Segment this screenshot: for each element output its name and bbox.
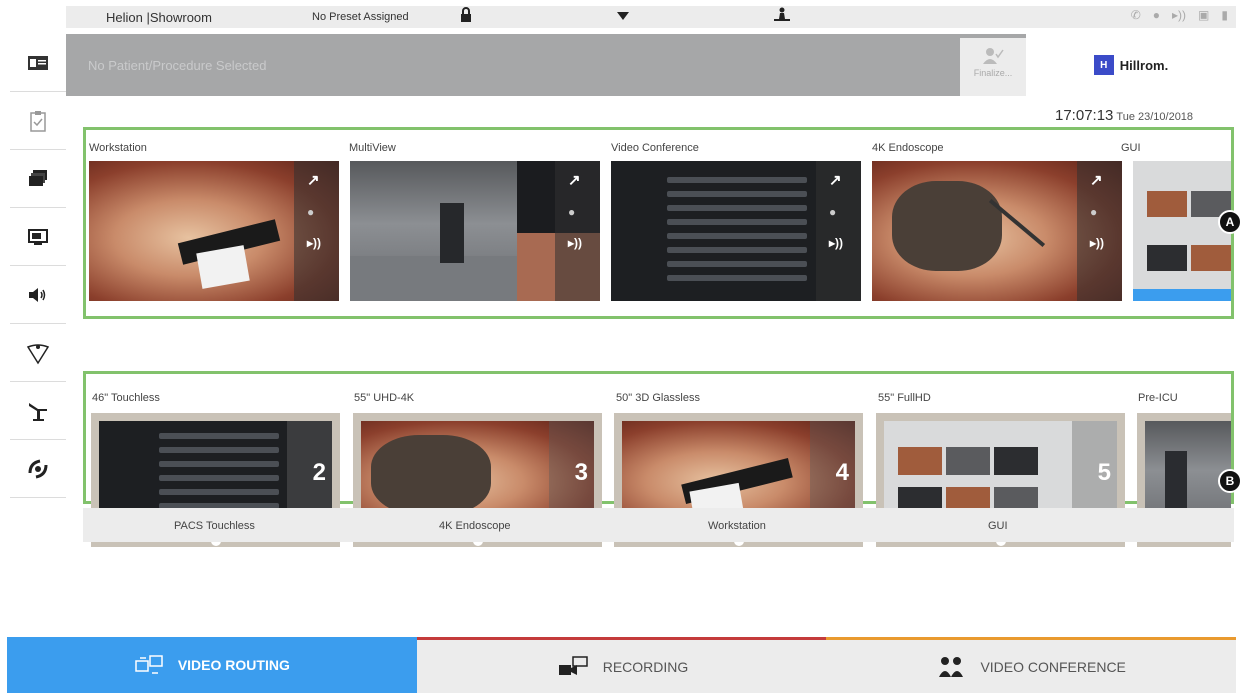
destination-number: 3 (574, 459, 588, 486)
stream-icon[interactable]: ▸)) (829, 236, 843, 250)
finalize-label: Finalize... (973, 68, 1013, 78)
ceiling-camera-icon (28, 459, 48, 478)
destination-label: 55" UHD-4K (354, 392, 415, 404)
battery-icon: ▮ (1221, 8, 1228, 22)
sidebar-item-pip[interactable] (10, 208, 66, 266)
room-name: Helion |Showroom (106, 9, 212, 25)
source-label: 4K Endoscope (872, 142, 944, 154)
assigned-source-label: PACS Touchless (174, 520, 255, 532)
surgical-table-icon[interactable] (772, 7, 792, 26)
assigned-source-label: Workstation (708, 520, 766, 532)
destination-label: 46" Touchless (92, 392, 160, 404)
source-label: Video Conference (611, 142, 699, 154)
source-gui[interactable] (1133, 161, 1231, 301)
destination-number: 2 (312, 459, 326, 486)
finalize-button[interactable]: Finalize... (960, 38, 1026, 96)
destination-number: 5 (1097, 459, 1111, 486)
tab-label: VIDEO ROUTING (177, 657, 290, 673)
source-workstation[interactable]: ↗ ● ▸)) (89, 161, 339, 301)
expand-icon[interactable]: ↗ (829, 171, 842, 189)
chevron-down-icon[interactable] (617, 9, 629, 23)
left-sidebar (10, 34, 66, 554)
destination-label: 55" FullHD (878, 392, 931, 404)
helion-app: Helion |Showroom No Preset Assigned ✆ ● … (0, 0, 1247, 693)
preview-dot-icon: ● (307, 205, 315, 219)
status-icons: ✆ ● ▸)) ▣ ▮ (1131, 8, 1228, 22)
preview-dot-icon: ● (568, 205, 576, 219)
patient-banner[interactable]: No Patient/Procedure Selected Finalize..… (66, 34, 1236, 96)
clock-date: Tue 23/10/2018 (1116, 111, 1194, 123)
bottom-tab-bar: VIDEO ROUTING RECORDING VIDEO CONFERENCE (7, 637, 1237, 693)
assigned-source-label: 4K Endoscope (439, 520, 511, 532)
source-label: GUI (1121, 142, 1141, 154)
stream-icon[interactable]: ▸)) (568, 236, 582, 250)
checklist-icon (30, 110, 46, 132)
sidebar-item-table[interactable] (10, 382, 66, 440)
expand-icon[interactable]: ↗ (568, 171, 581, 189)
preset-label[interactable]: No Preset Assigned (312, 11, 409, 23)
tab-label: RECORDING (602, 658, 689, 675)
tab-video-conference[interactable]: VIDEO CONFERENCE (826, 637, 1237, 693)
callout-a: A (1218, 210, 1242, 234)
top-status-bar: Helion |Showroom No Preset Assigned ✆ ● … (66, 6, 1236, 28)
lock-icon[interactable] (460, 7, 472, 26)
recording-icon (558, 655, 588, 675)
user-check-icon (983, 48, 1004, 64)
destination-number: 4 (835, 459, 849, 486)
operating-table-icon (29, 402, 47, 421)
glasses-icon: ▣ (1198, 8, 1210, 22)
stream-icon[interactable]: ▸)) (1090, 236, 1104, 250)
hillrom-mark: H (1093, 55, 1114, 75)
destination-label: 50" 3D Glassless (616, 392, 700, 404)
sidebar-item-sources[interactable] (10, 150, 66, 208)
tab-recording[interactable]: RECORDING (416, 637, 827, 693)
hillrom-logo: H Hillrom. (1026, 34, 1236, 96)
stream-icon[interactable]: ▸)) (307, 236, 321, 250)
preview-dot-icon: ● (1090, 205, 1098, 219)
source-video-conference[interactable]: ↗ ● ▸)) (611, 161, 861, 301)
tab-video-routing[interactable]: VIDEO ROUTING (7, 637, 417, 693)
source-label: MultiView (349, 142, 396, 154)
tab-label: VIDEO CONFERENCE (980, 658, 1126, 675)
clock: 17:07:13 Tue 23/10/2018 (1055, 107, 1193, 124)
expand-icon[interactable]: ↗ (1090, 171, 1103, 189)
expand-icon[interactable]: ↗ (307, 171, 320, 189)
video-conference-icon (939, 656, 964, 677)
picture-in-picture-icon (28, 228, 48, 245)
stacked-screens-icon (29, 169, 47, 186)
sidebar-item-audio[interactable] (10, 266, 66, 324)
callout-b: B (1218, 469, 1242, 493)
sidebar-item-camera[interactable] (10, 440, 66, 498)
preview-dot-icon: ● (829, 205, 837, 219)
assigned-source-label: GUI (988, 520, 1008, 532)
record-dot-icon: ● (1152, 8, 1161, 22)
source-label: Workstation (89, 142, 147, 154)
speaker-icon (29, 287, 46, 302)
video-routing-icon (135, 655, 163, 674)
source-4k-endoscope[interactable]: ↗ ● ▸)) (872, 161, 1122, 301)
sidebar-item-checklist[interactable] (10, 92, 66, 150)
destination-label: Pre-ICU (1138, 392, 1178, 404)
source-multiview[interactable]: ↗ ● ▸)) (350, 161, 600, 301)
patient-card-icon (28, 55, 48, 70)
hillrom-wordmark: Hillrom. (1119, 57, 1169, 73)
sidebar-item-patient[interactable] (10, 34, 66, 92)
stream-icon: ▸)) (1172, 8, 1187, 22)
sidebar-item-light[interactable] (10, 324, 66, 382)
assigned-sources-row: PACS Touchless 4K Endoscope Workstation … (83, 508, 1234, 542)
surgical-light-icon (26, 343, 50, 364)
clock-time: 17:07:13 (1055, 107, 1114, 124)
phone-icon: ✆ (1130, 8, 1141, 22)
patient-procedure-text: No Patient/Procedure Selected (88, 58, 267, 73)
sources-panel: Workstation ↗ ● ▸)) MultiView ↗ ● ▸)) Video … (83, 127, 1234, 319)
